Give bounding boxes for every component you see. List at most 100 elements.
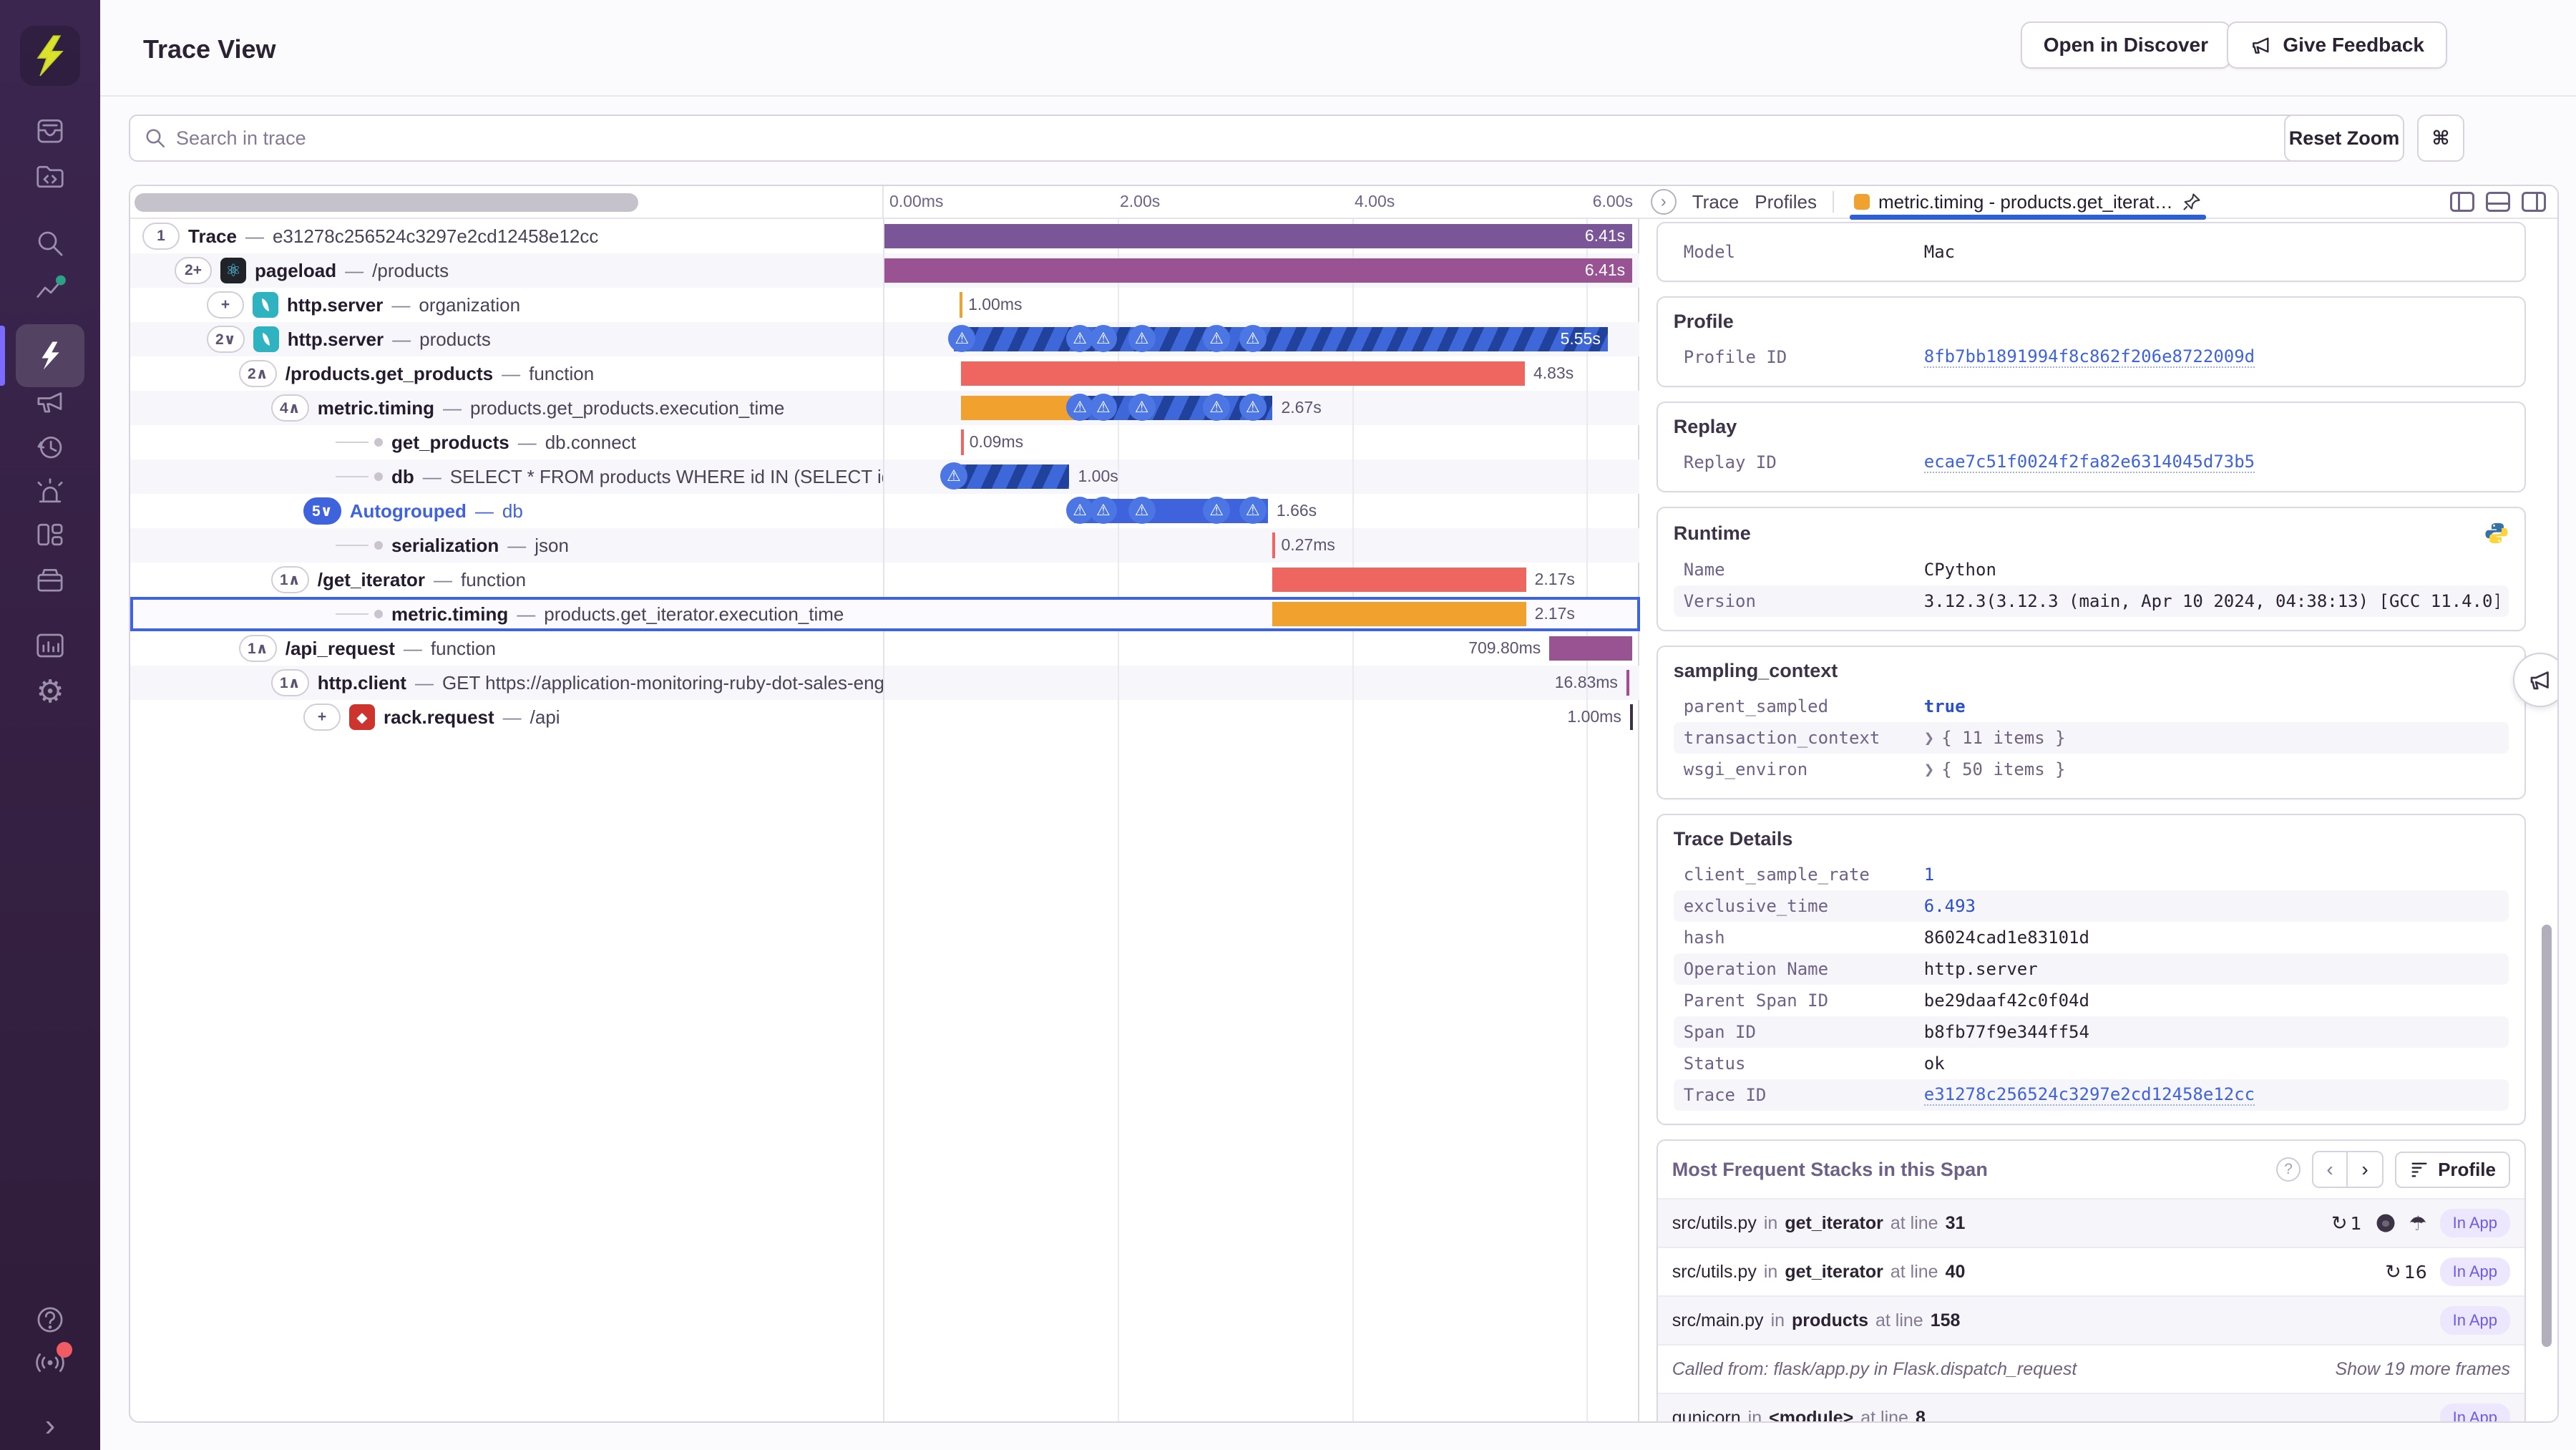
error-badge-icon[interactable]: ⚠ <box>1128 325 1156 352</box>
give-feedback-button[interactable]: Give Feedback <box>2227 21 2447 69</box>
show-more-frames-link[interactable]: Show 19 more frames <box>2335 1359 2510 1380</box>
span-row[interactable]: + ◆ rack.request — /api 1.00ms <box>130 700 1640 734</box>
error-badge-icon[interactable]: ⚠ <box>1239 497 1267 524</box>
span-tick[interactable] <box>1272 532 1276 558</box>
span-row[interactable]: 1∧ /get_iterator — function 2.17s <box>130 563 1640 597</box>
span-children-chip[interactable]: 5∨ <box>303 497 341 525</box>
layout-bottom-icon[interactable] <box>2486 192 2510 212</box>
row-value-link[interactable]: 8fb7bb1891994f8c862f206e8722009d <box>1923 346 2255 368</box>
row-value-link[interactable]: ecae7c51f0024f2fa82e6314045d73b5 <box>1923 452 2255 473</box>
sidebar-item-stats[interactable] <box>0 623 100 668</box>
span-tick[interactable] <box>1626 670 1629 696</box>
help-icon[interactable]: ? <box>2276 1157 2301 1182</box>
span-row[interactable]: + http.server — organization 1.00ms <box>130 288 1640 322</box>
sidebar-item-alerts[interactable] <box>0 469 100 515</box>
span-tick[interactable] <box>960 292 963 318</box>
span-row[interactable]: 4∧ metric.timing — products.get_products.ex… <box>130 391 1640 425</box>
span-row[interactable]: 2∧ /products.get_products — function 4.83s <box>130 356 1640 391</box>
layout-left-icon[interactable] <box>2450 192 2474 212</box>
span-row[interactable]: 2+ ⚛ pageload — /products 6.41s <box>130 253 1640 288</box>
span-children-chip[interactable]: + <box>303 704 341 731</box>
reset-zoom-button[interactable]: Reset Zoom <box>2284 115 2404 162</box>
tab-active-span[interactable]: metric.timing - products.get_iterat… <box>1849 186 2206 220</box>
github-link[interactable] <box>2375 1212 2396 1234</box>
span-children-chip[interactable]: 1∧ <box>271 566 309 593</box>
span-bar[interactable] <box>1272 568 1526 592</box>
span-children-chip[interactable]: 2∧ <box>239 360 277 387</box>
collapse-panel-icon[interactable]: › <box>1650 189 1677 215</box>
sidebar-item-insights[interactable] <box>0 265 100 311</box>
span-children-chip[interactable]: 1∧ <box>271 669 309 696</box>
stack-frame-row[interactable]: src/utils.py in get_iterator at line 31 ↻ 1 ☂ In… <box>1657 1198 2524 1247</box>
sidebar-item-issues[interactable] <box>0 107 100 153</box>
span-bar[interactable] <box>953 327 1608 351</box>
error-badge-icon[interactable]: ⚠ <box>1128 497 1156 524</box>
span-bar[interactable] <box>952 464 1070 489</box>
span-bar[interactable] <box>960 396 1074 420</box>
sidebar-item-performance[interactable] <box>0 324 100 387</box>
error-badge-icon[interactable]: ⚠ <box>1128 394 1156 421</box>
span-bar[interactable] <box>884 224 1633 248</box>
details-scrollbar-thumb[interactable] <box>2542 925 2552 1347</box>
sidebar-item-broadcast[interactable] <box>0 1340 100 1386</box>
span-bar[interactable] <box>1272 602 1526 626</box>
row-value-link[interactable]: e31278c256524c3297e2cd12458e12cc <box>1923 1084 2255 1106</box>
error-badge-icon[interactable]: ⚠ <box>1089 497 1117 524</box>
sidebar-item-expand[interactable]: › <box>0 1403 100 1449</box>
span-children-chip[interactable]: 2∨ <box>207 326 245 353</box>
shortcut-button[interactable]: ⌘ <box>2417 115 2464 162</box>
span-row[interactable]: metric.timing — products.get_iterator.exec… <box>130 597 1640 631</box>
span-row[interactable]: get_products — db.connect 0.09ms <box>130 425 1640 459</box>
span-bar[interactable] <box>1549 636 1633 661</box>
span-row[interactable]: 5∨ Autogrouped — db ⚠ ⚠ ⚠ ⚠ ⚠ 1.66s <box>130 494 1640 528</box>
error-badge-icon[interactable]: ⚠ <box>1203 497 1231 524</box>
error-badge-icon[interactable]: ⚠ <box>1203 394 1231 421</box>
minimap-scrollbar-thumb[interactable] <box>135 193 638 212</box>
search-box[interactable] <box>129 115 2381 162</box>
span-bar[interactable] <box>960 361 1525 386</box>
span-tick[interactable] <box>960 429 964 455</box>
stack-frame-row[interactable]: src/utils.py in get_iterator at line 40 ↻ 16 In… <box>1657 1247 2524 1295</box>
sentry-logo[interactable] <box>20 26 80 86</box>
search-input[interactable] <box>176 127 2365 150</box>
error-badge-icon[interactable]: ⚠ <box>1239 325 1267 352</box>
sidebar-item-explore[interactable] <box>0 154 100 200</box>
sidebar-item-settings[interactable]: ⚙ <box>0 669 100 715</box>
span-children-chip[interactable]: 4∧ <box>271 394 309 422</box>
span-children-chip[interactable]: 1∧ <box>239 635 277 662</box>
tab-profiles[interactable]: Profiles <box>1755 191 1817 213</box>
row-value[interactable]: ❯{ 50 items } <box>1924 759 2066 779</box>
called-from-row[interactable]: Called from: flask/app.py in Flask.dispa… <box>1657 1344 2524 1393</box>
stack-frame-row[interactable]: src/main.py in products at line 158 In App <box>1657 1295 2524 1344</box>
codecov-link[interactable]: ☂ <box>2409 1212 2427 1235</box>
error-badge-icon[interactable]: ⚠ <box>940 462 967 490</box>
open-in-discover-button[interactable]: Open in Discover <box>2020 21 2231 69</box>
span-row[interactable]: 1∧ /api_request — function 709.80ms <box>130 631 1640 666</box>
tab-trace[interactable]: Trace <box>1692 191 1740 213</box>
span-tick[interactable] <box>1629 704 1633 730</box>
sidebar-item-releases[interactable] <box>0 424 100 469</box>
sidebar-item-dashboards[interactable] <box>0 512 100 558</box>
span-row[interactable]: serialization — json 0.27ms <box>130 528 1640 563</box>
error-badge-icon[interactable]: ⚠ <box>1089 394 1117 421</box>
pin-tab-button[interactable] <box>2182 192 2202 212</box>
span-bar[interactable] <box>884 258 1633 283</box>
span-row[interactable]: db — SELECT * FROM products WHERE id IN (S… <box>130 459 1640 494</box>
tree-timeline-divider[interactable] <box>883 219 884 1421</box>
sidebar-item-archive[interactable] <box>0 556 100 602</box>
stack-frame-row[interactable]: gunicorn in <module> at line 8 In App <box>1657 1393 2524 1421</box>
span-children-chip[interactable]: + <box>207 291 244 318</box>
sidebar-item-search[interactable] <box>0 220 100 266</box>
span-row[interactable]: 1 Trace — e31278c256524c3297e2cd12458e12cc 6… <box>130 219 1640 253</box>
error-badge-icon[interactable]: ⚠ <box>948 325 976 352</box>
profile-button[interactable]: Profile <box>2395 1151 2510 1188</box>
row-value[interactable]: ❯{ 11 items } <box>1924 728 2066 748</box>
span-children-chip[interactable]: 1 <box>142 223 180 250</box>
span-children-chip[interactable]: 2+ <box>175 257 212 284</box>
span-row[interactable]: 1∧ http.client — GET https://application-mo… <box>130 666 1640 700</box>
error-badge-icon[interactable]: ⚠ <box>1239 394 1267 421</box>
error-badge-icon[interactable]: ⚠ <box>1089 325 1117 352</box>
error-badge-icon[interactable]: ⚠ <box>1203 325 1231 352</box>
layout-right-icon[interactable] <box>2522 192 2546 212</box>
span-row[interactable]: 2∨ http.server — products ⚠ ⚠ ⚠ ⚠ ⚠ ⚠ 5.55s <box>130 322 1640 356</box>
